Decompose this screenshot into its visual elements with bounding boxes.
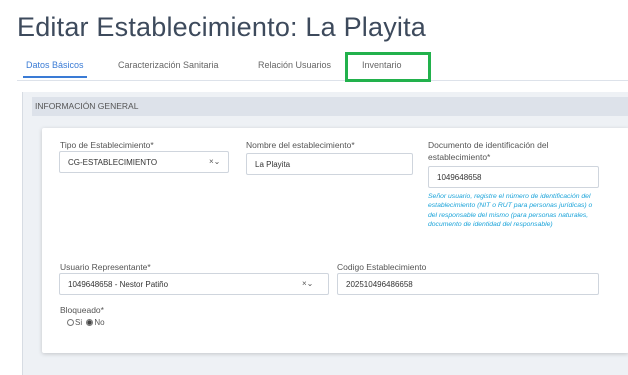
usuario-clear-chevron-icon[interactable]: ×⌄ [302,279,313,288]
documento-input[interactable]: 1049648658 [428,166,599,188]
tab-bar: Datos Básicos Caracterización Sanitaria … [17,58,628,81]
tab-relacion-usuarios[interactable]: Relación Usuarios [258,60,331,70]
usuario-select[interactable]: 1049648658 - Nestor Patiño ×⌄ [59,273,329,295]
nombre-label: Nombre del establecimiento* [246,140,355,150]
usuario-value: 1049648658 - Nestor Patiño [68,280,169,289]
tipo-value: CG-ESTABLECIMIENTO [68,158,158,167]
radio-no-label: No [94,318,105,327]
form-card: Tipo de Establecimiento* CG-ESTABLECIMIE… [42,128,628,353]
documento-label-line1: Documento de identificación del [428,140,549,150]
nombre-value: La Playita [255,160,291,169]
codigo-input[interactable]: 202510496486658 [337,273,599,295]
section-header: INFORMACIÓN GENERAL [32,97,628,116]
codigo-value: 202510496486658 [346,280,413,289]
inventario-highlight-box [345,52,431,82]
documento-label-line2: establecimiento* [428,152,491,162]
tipo-label: Tipo de Establecimiento* [60,140,154,150]
page-title: Editar Establecimiento: La Playita [17,12,427,42]
documento-value: 1049648658 [437,173,482,182]
codigo-label: Codigo Establecimiento [337,262,427,272]
bloqueado-radio-group: Si No [67,318,105,327]
tipo-select[interactable]: CG-ESTABLECIMIENTO ×⌄ [59,151,229,173]
documento-help-text: Señor usuario, registre el número de ide… [428,193,593,229]
radio-si[interactable] [67,319,74,326]
radio-no[interactable] [86,319,94,326]
usuario-label: Usuario Representante* [60,262,151,272]
radio-si-label: Si [75,318,83,327]
tab-datos-basicos[interactable]: Datos Básicos [23,60,87,78]
nombre-input[interactable]: La Playita [246,153,413,175]
general-info-panel: INFORMACIÓN GENERAL Tipo de Establecimie… [22,92,628,375]
tab-caracterizacion-sanitaria[interactable]: Caracterización Sanitaria [118,60,219,70]
tipo-clear-chevron-icon[interactable]: ×⌄ [209,157,220,166]
bloqueado-label: Bloqueado* [60,305,104,315]
